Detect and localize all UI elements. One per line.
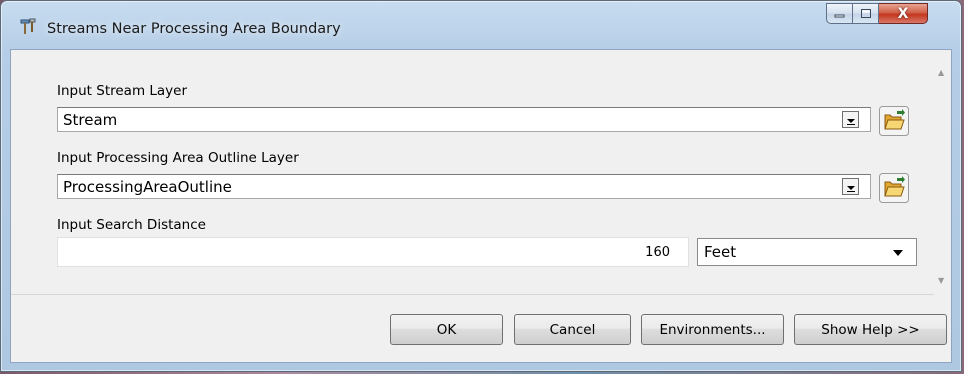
cancel-button[interactable]: Cancel	[514, 314, 631, 345]
chevron-down-icon	[846, 186, 855, 192]
caption-buttons: X	[826, 3, 928, 25]
stream-layer-label: Input Stream Layer	[57, 83, 188, 99]
scroll-up-icon[interactable]: ▲	[938, 68, 944, 77]
stream-layer-browse-button[interactable]	[879, 106, 909, 136]
parameters-panel: Input Stream Layer Stream Input Processi…	[11, 50, 951, 295]
dialog-client-area: Input Stream Layer Stream Input Processi…	[10, 49, 952, 363]
search-distance-label: Input Search Distance	[57, 217, 206, 233]
minimize-icon	[834, 14, 844, 17]
stream-layer-combo[interactable]: Stream	[57, 107, 871, 132]
maximize-icon	[860, 9, 871, 18]
stream-layer-dropdown-button[interactable]	[842, 111, 859, 128]
environments-button[interactable]: Environments...	[641, 314, 784, 345]
tool-dialog-window: Streams Near Processing Area Boundary X …	[0, 0, 962, 372]
close-button[interactable]: X	[879, 3, 928, 24]
title-bar[interactable]: Streams Near Processing Area Boundary X	[1, 1, 961, 49]
toolbox-hammer-icon	[20, 18, 36, 34]
close-icon: X	[897, 5, 909, 22]
outline-layer-combo[interactable]: ProcessingAreaOutline	[57, 174, 871, 199]
search-distance-input[interactable]: 160	[57, 237, 689, 267]
outline-layer-dropdown-button[interactable]	[842, 178, 859, 195]
chevron-down-icon	[846, 119, 855, 125]
scroll-down-icon[interactable]: ▼	[938, 276, 944, 285]
minimize-button[interactable]	[826, 3, 853, 24]
window-title: Streams Near Processing Area Boundary	[47, 21, 341, 37]
distance-unit-value: Feet	[704, 243, 737, 261]
distance-unit-select[interactable]: Feet	[697, 238, 917, 266]
maximize-button[interactable]	[853, 3, 879, 24]
stream-layer-value: Stream	[63, 111, 118, 129]
ok-button[interactable]: OK	[390, 314, 503, 345]
chevron-down-icon	[893, 250, 903, 256]
show-help-button[interactable]: Show Help >>	[794, 314, 947, 345]
vertical-scrollbar[interactable]: ▲ ▼	[934, 50, 951, 295]
search-distance-value: 160	[645, 245, 670, 260]
outline-layer-browse-button[interactable]	[879, 173, 909, 203]
outline-layer-value: ProcessingAreaOutline	[63, 178, 232, 196]
outline-layer-label: Input Processing Area Outline Layer	[57, 150, 299, 166]
